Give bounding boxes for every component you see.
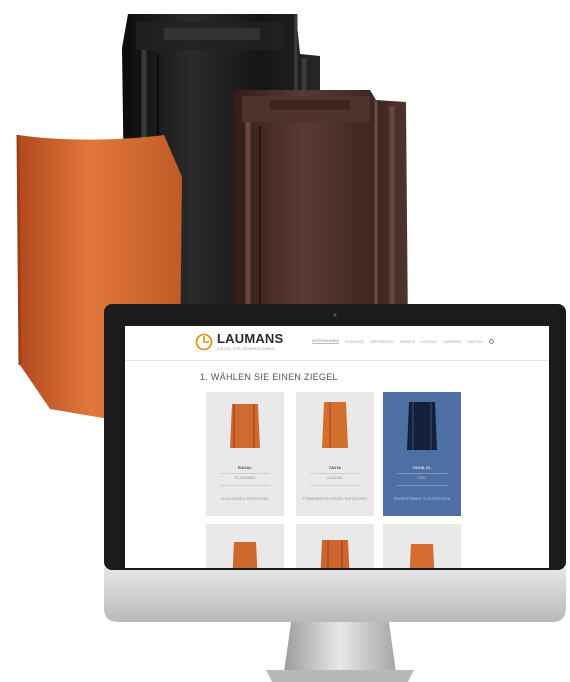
- divider: [397, 485, 447, 486]
- orange-tile-thumbnail: [230, 404, 260, 448]
- tile-cta[interactable]: GROSSFORMAT XL ENTDECKEN: [383, 496, 461, 502]
- tile-subtitle: EDEL: [417, 476, 427, 480]
- orange-tile-thumbnail: [232, 542, 258, 568]
- nav-item-karriere[interactable]: KARRIERE: [443, 340, 461, 344]
- nav-item-kontakt[interactable]: KONTAKT: [421, 340, 437, 344]
- divider: [310, 485, 360, 486]
- tile-card-raval[interactable]: RAVAL KLASSIKER FLACHZIEGEL ENTDECKEN: [206, 392, 284, 516]
- main-nav: UNTERNEHMEN PRODUKTE REFERENZEN SERVICE …: [312, 339, 494, 344]
- divider: [220, 485, 270, 486]
- nav-item-referenzen[interactable]: REFERENZEN: [370, 340, 394, 344]
- orange-tile-thumbnail: [320, 540, 350, 568]
- tile-card-row2-2[interactable]: [296, 524, 374, 568]
- tile-name: TAVIA: [328, 465, 342, 470]
- black-tile-thumbnail: [407, 402, 437, 450]
- nav-item-english[interactable]: ENGLISH: [467, 340, 482, 344]
- tile-card-row2-1[interactable]: [206, 524, 284, 568]
- logo-tagline: ZIEGEL FÜR GENERATIONEN: [217, 347, 275, 351]
- website-screen: LAUMANS ZIEGEL FÜR GENERATIONEN UNTERNEH…: [125, 326, 549, 568]
- tile-subtitle: KLASSIKER: [234, 476, 256, 480]
- nav-item-produkte[interactable]: PRODUKTE: [345, 340, 364, 344]
- tile-card-tavia-xl[interactable]: TAVIA XL EDEL GROSSFORMAT XL ENTDECKEN: [383, 392, 461, 516]
- nav-item-unternehmen[interactable]: UNTERNEHMEN: [312, 339, 339, 344]
- tile-card-row2-3[interactable]: [383, 524, 461, 568]
- page-heading: 1. WÄHLEN SIE EINEN ZIEGEL: [200, 372, 338, 382]
- divider: [397, 473, 447, 474]
- brown-roof-tile: [232, 90, 408, 336]
- orange-tile-thumbnail: [409, 544, 435, 568]
- search-icon[interactable]: [488, 339, 494, 344]
- logo-name[interactable]: LAUMANS: [217, 332, 283, 346]
- tile-name: TAVIA XL: [412, 465, 432, 470]
- divider: [310, 473, 360, 474]
- site-header: LAUMANS ZIEGEL FÜR GENERATIONEN UNTERNEH…: [125, 326, 549, 361]
- tile-card-tavia[interactable]: TAVIA KLASSIK FORMENREICH ZIEGEL ENTDECK…: [296, 392, 374, 516]
- divider: [220, 473, 270, 474]
- tile-cta[interactable]: FLACHZIEGEL ENTDECKEN: [206, 496, 284, 502]
- tile-subtitle: KLASSIK: [327, 476, 343, 480]
- tile-cta[interactable]: FORMENREICH ZIEGEL ENTDECKEN: [296, 496, 374, 502]
- orange-tile-thumbnail: [322, 402, 348, 448]
- laumans-logo-icon: [195, 333, 213, 351]
- nav-item-service[interactable]: SERVICE: [400, 340, 415, 344]
- tile-name: RAVAL: [237, 465, 253, 470]
